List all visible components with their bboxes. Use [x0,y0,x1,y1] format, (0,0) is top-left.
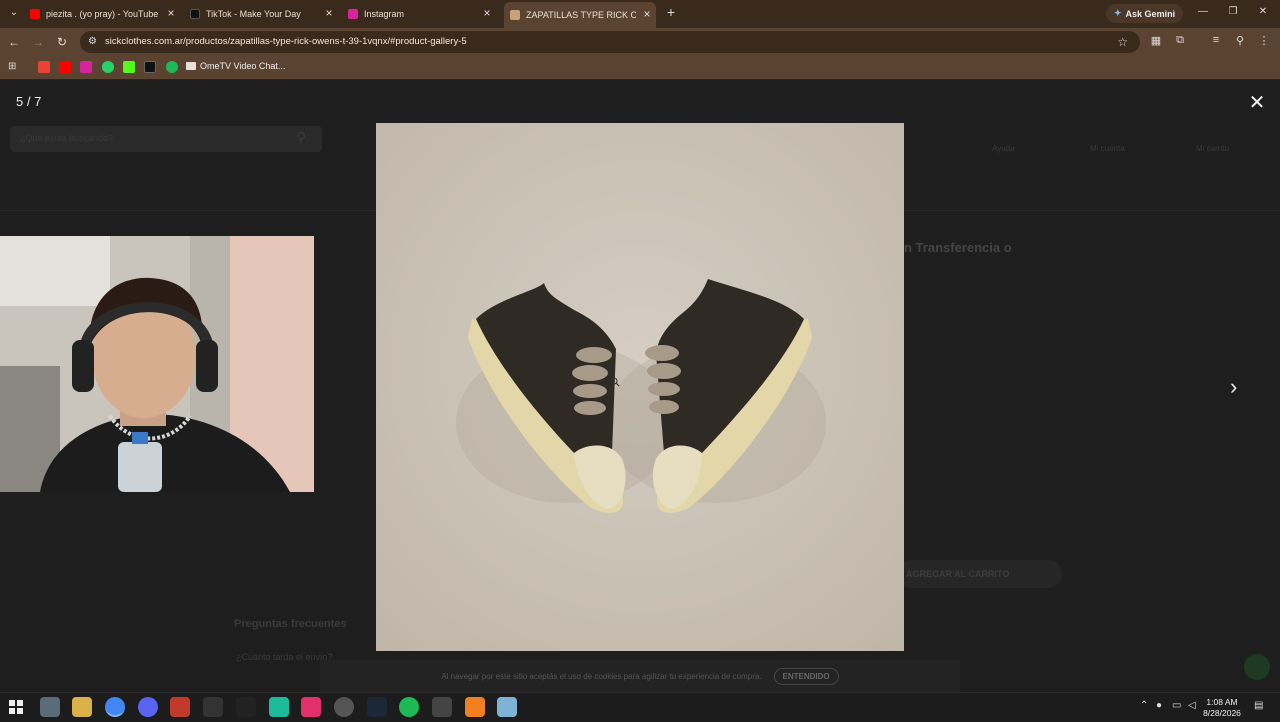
streamer-webcam-image [0,236,314,492]
close-icon[interactable]: × [640,7,654,21]
extensions-puzzle-icon[interactable]: ⧉ [1172,34,1188,47]
tab-title: piezita . (yo pray) - YouTube [46,9,159,19]
help-link[interactable]: Ayuda [992,144,1015,153]
tab-instagram[interactable]: Instagram × [348,4,496,24]
close-icon[interactable]: × [322,6,336,20]
tab-strip: ⌄ piezita . (yo pray) - YouTube × TikTok… [0,0,1280,28]
price-transfer-text: n Transferencia o [904,240,1012,255]
spotify-bookmark[interactable] [166,61,178,73]
steam-app[interactable] [367,697,387,717]
faq-heading: Preguntas frecuentes [234,618,347,630]
youtube-icon [30,9,40,19]
gallery-counter: 5 / 7 [16,94,42,109]
file-explorer-app[interactable] [40,697,60,717]
chrome-app[interactable] [105,697,125,717]
tiktok-bookmark[interactable] [144,61,156,73]
obs-app[interactable] [334,697,354,717]
forward-button[interactable]: → [30,34,46,50]
webcam-overlay [0,236,314,492]
minimize-button[interactable]: — [1196,6,1210,17]
youtube-bookmark[interactable] [59,61,71,73]
tab-tiktok[interactable]: TikTok - Make Your Day × [190,4,338,24]
add-to-cart-button[interactable]: AGREGAR AL CARRITO [896,560,1062,588]
tab-youtube[interactable]: piezita . (yo pray) - YouTube × [30,4,180,24]
gmail-bookmark[interactable] [38,61,50,73]
cookie-banner: Al navegar por este sitio aceptás el uso… [320,660,960,692]
menu-kebab-icon[interactable]: ⋮ [1256,34,1272,47]
gemini-icon: ✦ [1114,8,1122,18]
tiktok-app[interactable] [301,697,321,717]
search-icon[interactable]: ⚲ [296,129,306,146]
close-icon[interactable]: × [164,6,178,20]
sickclothes-icon [510,10,520,20]
game-app[interactable] [432,697,452,717]
cookie-text: Al navegar por este sitio aceptás el uso… [441,671,762,681]
page-viewport: ¿Qué estás buscando? ⚲ Ayuda Mi cuenta M… [0,80,1280,692]
tab-title: TikTok - Make Your Day [206,9,301,19]
notes-app[interactable] [497,697,517,717]
windows-logo-icon [9,700,23,714]
search-input[interactable]: ¿Qué estás buscando? ⚲ [10,126,322,152]
apps-grid-icon[interactable]: ⊞ [8,61,20,73]
voicemeeter-app[interactable] [170,697,190,717]
tiktok-live-app[interactable] [269,697,289,717]
bookmark-ometv-label: OmeTV Video Chat... [200,61,286,71]
notifications-icon[interactable]: ▤ [1254,700,1263,711]
bookmarks-bar: ⊞ OmeTV Video Chat... [0,56,1280,80]
windows-taskbar: ⌃ ● ▭ ◁ 1:08 AM 8/28/2026 ▤ [0,692,1280,720]
tab-title: ZAPATILLAS TYPE RICK OWENS [526,10,636,20]
profile-icon[interactable]: ⚲ [1232,34,1248,47]
faq-question[interactable]: ¿Cuánto tarda el envío? [236,652,333,662]
tab-title: Instagram [364,9,405,19]
site-info-icon[interactable]: ⚙ [88,36,97,47]
epic-games-app[interactable] [203,697,223,717]
ask-gemini-label: Ask Gemini [1125,8,1176,19]
sneakers-photo [376,123,904,651]
close-icon[interactable]: × [480,6,494,20]
bookmark-star-icon[interactable]: ☆ [1117,35,1128,49]
tiktok-icon [190,9,200,19]
browser-toolbar: ← → ↻ ⚙ sickclothes.com.ar/productos/zap… [0,28,1280,56]
whatsapp-bookmark[interactable] [102,61,114,73]
tray-overflow-icon[interactable]: ⌃ [1140,700,1148,711]
clock-date[interactable]: 8/28/2026 [1200,708,1244,718]
tab-sickclothes[interactable]: ZAPATILLAS TYPE RICK OWENS × [504,2,656,28]
instagram-bookmark[interactable] [80,61,92,73]
tab-search-button[interactable]: ⌄ [6,5,22,21]
maximize-button[interactable]: ❐ [1226,6,1240,17]
gallery-close-button[interactable]: ✕ [1248,90,1266,115]
media-control-icon[interactable]: ≡ [1208,34,1224,46]
extension-icon[interactable]: ▦ [1148,34,1164,47]
cloudflare-app[interactable] [465,697,485,717]
cart-link[interactable]: Mi carrito [1196,144,1229,153]
add-to-cart-label: AGREGAR AL CARRITO [906,569,1010,579]
account-link[interactable]: Mi cuenta [1090,144,1125,153]
new-tab-button[interactable]: + [664,4,678,20]
folder-app[interactable] [72,697,92,717]
volume-icon[interactable]: ◁ [1188,700,1196,711]
ask-gemini-button[interactable]: ✦ Ask Gemini [1106,4,1184,23]
discord-app[interactable] [138,697,158,717]
reload-button[interactable]: ↻ [54,34,70,50]
address-bar[interactable]: ⚙ sickclothes.com.ar/productos/zapatilla… [80,31,1140,53]
close-window-button[interactable]: ✕ [1256,6,1270,17]
search-placeholder: ¿Qué estás buscando? [20,133,114,143]
start-button[interactable] [6,697,26,717]
bookmark-ometv[interactable]: OmeTV Video Chat... [186,61,285,71]
product-gallery-image[interactable] [376,123,904,651]
back-button[interactable]: ← [6,34,22,50]
network-icon[interactable]: ▭ [1172,700,1181,711]
whatsapp-chat-button[interactable] [1244,654,1270,680]
cookie-accept-button[interactable]: ENTENDIDO [773,667,839,685]
capcut-app[interactable] [236,697,256,717]
spotify-app[interactable] [399,697,419,717]
folder-icon [186,62,196,70]
url-text[interactable]: sickclothes.com.ar/productos/zapatillas-… [105,36,467,47]
kick-bookmark[interactable] [123,61,135,73]
instagram-icon [348,9,358,19]
gallery-next-button[interactable]: › [1230,374,1237,400]
microphone-icon[interactable]: ● [1156,700,1162,711]
clock-time[interactable]: 1:08 AM [1202,697,1242,707]
